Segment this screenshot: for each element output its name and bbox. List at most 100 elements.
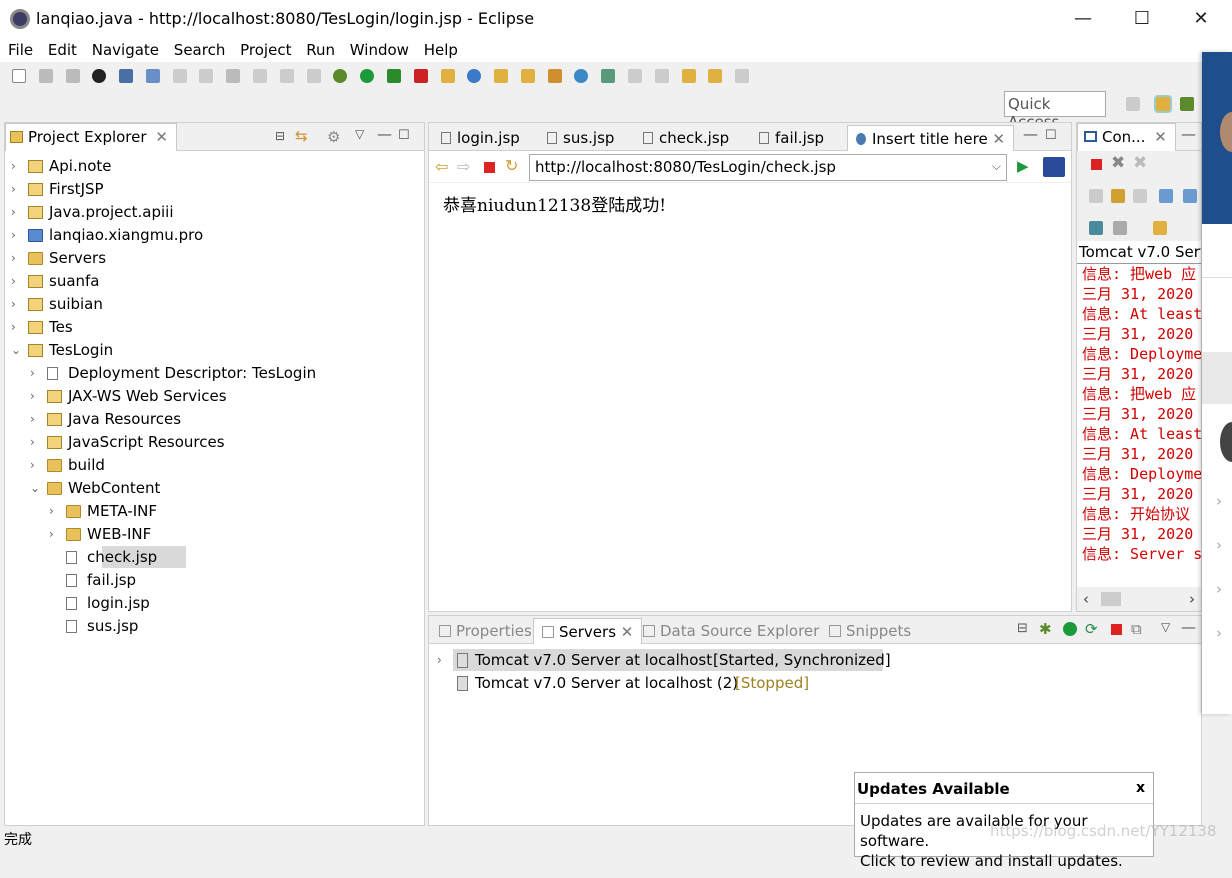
minimize-view-icon[interactable]: — [1181, 618, 1196, 636]
profile-server-icon[interactable]: ⟳ [1085, 620, 1098, 638]
menu-file[interactable]: File [8, 41, 33, 59]
editor-tab[interactable]: check.jsp [635, 125, 737, 151]
next-annotation-icon[interactable] [627, 68, 642, 83]
maximize-button[interactable]: ☐ [1127, 8, 1157, 29]
tree-item[interactable]: › Java Resources [5, 408, 424, 430]
tree-item[interactable]: › Tes [5, 316, 424, 338]
close-tab-icon[interactable]: ✕ [616, 623, 634, 641]
save-all-icon[interactable] [65, 68, 80, 83]
collapse-icon[interactable]: ⊟ [1017, 621, 1028, 636]
forward-icon[interactable]: ⇨ [457, 157, 470, 176]
avatar[interactable] [1220, 422, 1232, 462]
expand-arrow-icon[interactable]: › [11, 224, 16, 246]
url-field[interactable]: http://localhost:8080/TesLogin/check.jsp… [529, 154, 1007, 181]
tree-item[interactable]: ⌄ TesLogin [5, 339, 424, 361]
tree-item[interactable]: › META-INF [5, 500, 424, 522]
globe-icon[interactable] [574, 68, 589, 83]
expand-arrow-icon[interactable]: › [30, 362, 35, 384]
tree-item[interactable]: fail.jsp [5, 569, 424, 591]
scroll-right-icon[interactable]: › [1189, 590, 1195, 608]
suspend-icon[interactable] [199, 68, 214, 83]
debug-perspective-icon[interactable] [1180, 97, 1194, 111]
console-icon[interactable] [119, 68, 134, 83]
filter-icon[interactable]: ⚙ [327, 128, 340, 146]
remove-launch-icon[interactable]: ✖ [1111, 153, 1125, 173]
tree-item[interactable]: › build [5, 454, 424, 476]
updates-close-button[interactable]: x [1136, 780, 1145, 796]
close-tab-icon[interactable]: ✕ [988, 130, 1005, 148]
bottom-tab[interactable]: Data Source Explorer [635, 618, 827, 644]
menu-window[interactable]: Window [350, 41, 409, 59]
editor-tab[interactable]: sus.jsp [539, 125, 622, 151]
minimize-button[interactable]: — [1068, 8, 1098, 29]
editor-tab[interactable]: login.jsp [433, 125, 528, 151]
debug-icon[interactable] [333, 68, 348, 83]
expand-arrow-icon[interactable]: › [49, 523, 54, 545]
external-browser-icon[interactable] [1043, 157, 1065, 177]
scroll-thumb[interactable] [1101, 592, 1121, 606]
expand-arrow-icon[interactable]: › [30, 454, 35, 476]
menu-project[interactable]: Project [240, 41, 291, 59]
bottom-tab[interactable]: Servers ✕ [533, 618, 643, 644]
step-icon[interactable] [253, 68, 268, 83]
tree-item[interactable]: › Java.project.apiii [5, 201, 424, 223]
chevron-right-icon[interactable]: › [1216, 492, 1222, 510]
prev-annotation-icon[interactable] [654, 68, 669, 83]
maximize-view-icon[interactable]: ☐ [398, 128, 410, 143]
tree-item[interactable]: › WEB-INF [5, 523, 424, 545]
search-icon[interactable] [601, 68, 616, 83]
horizontal-scrollbar[interactable]: ‹ › [1077, 587, 1201, 611]
resume-icon[interactable] [172, 68, 187, 83]
chevron-right-icon[interactable]: › [1216, 624, 1222, 642]
open-task-icon[interactable] [547, 68, 562, 83]
menu-search[interactable]: Search [174, 41, 226, 59]
stop-server-icon[interactable] [1111, 624, 1122, 635]
tree-item[interactable]: › lanqiao.xiangmu.pro [5, 224, 424, 246]
tree-item[interactable]: › Api.note [5, 155, 424, 177]
stop-server-icon[interactable] [413, 68, 428, 83]
run-server-icon[interactable] [386, 68, 401, 83]
view-menu-icon[interactable]: ▽ [355, 127, 364, 141]
scroll-lock-icon[interactable] [1111, 189, 1125, 203]
expand-arrow-icon[interactable]: › [11, 178, 16, 200]
close-tab-icon[interactable]: ✕ [1154, 128, 1167, 146]
profile-icon[interactable] [92, 68, 107, 83]
expand-arrow-icon[interactable]: › [437, 649, 442, 671]
clear-console-icon[interactable] [1089, 189, 1103, 203]
stop-icon[interactable] [484, 162, 495, 173]
expand-arrow-icon[interactable]: › [11, 155, 16, 177]
chevron-right-icon[interactable]: › [1216, 536, 1222, 554]
updates-link[interactable]: Click to review and install updates. [860, 851, 1148, 871]
pin-console-icon[interactable] [1089, 221, 1103, 235]
menu-edit[interactable]: Edit [48, 41, 77, 59]
step-return-icon[interactable] [306, 68, 321, 83]
new-server-icon[interactable] [440, 68, 455, 83]
menu-navigate[interactable]: Navigate [92, 41, 159, 59]
step-over-icon[interactable] [279, 68, 294, 83]
run-icon[interactable] [360, 68, 375, 83]
forward-icon[interactable] [735, 68, 750, 83]
expand-arrow-icon[interactable]: › [11, 270, 16, 292]
chevron-right-icon[interactable]: › [1216, 580, 1222, 598]
scroll-left-icon[interactable]: ‹ [1083, 590, 1089, 608]
expand-arrow-icon[interactable]: › [11, 247, 16, 269]
word-wrap-icon[interactable] [1133, 189, 1147, 203]
bottom-tab[interactable]: Properties [431, 618, 540, 644]
new-console-icon[interactable] [1153, 221, 1167, 235]
tree-item[interactable]: › suanfa [5, 270, 424, 292]
expand-arrow-icon[interactable]: › [30, 431, 35, 453]
editor-tab[interactable]: fail.jsp [751, 125, 832, 151]
tree-item[interactable]: ⌄ WebContent [5, 477, 424, 499]
java-ee-perspective-icon[interactable] [1154, 95, 1172, 113]
link-editor-icon[interactable]: ⇆ [295, 127, 308, 145]
publish-icon[interactable]: ⧉ [1131, 620, 1142, 638]
tab-project-explorer[interactable]: Project Explorer ✕ [5, 123, 177, 151]
expand-arrow-icon[interactable]: › [11, 201, 16, 223]
show-stderr-icon[interactable] [1183, 189, 1197, 203]
last-edit-icon[interactable] [681, 68, 696, 83]
open-folder-icon[interactable] [520, 68, 535, 83]
minimize-view-icon[interactable]: — [1181, 125, 1196, 143]
collapse-arrow-icon[interactable]: ⌄ [11, 339, 21, 361]
tree-item[interactable]: › JavaScript Resources [5, 431, 424, 453]
quick-access-input[interactable]: Quick Access [1004, 91, 1106, 131]
